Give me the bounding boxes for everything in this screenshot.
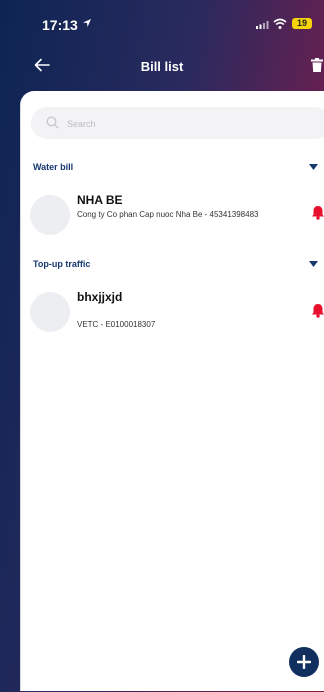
status-bar: 17:13 19	[0, 0, 324, 44]
location-arrow-icon	[83, 19, 91, 27]
wifi-icon	[273, 18, 287, 29]
screen: 17:13 19 Bill list Search Water bill NHA…	[0, 0, 324, 692]
app-header: Bill list	[0, 44, 324, 90]
section-title: Water bill	[33, 162, 74, 172]
section-top-up-traffic[interactable]: Top-up traffic	[21, 257, 324, 275]
section-water-bill[interactable]: Water bill	[21, 160, 324, 178]
section-title: Top-up traffic	[33, 259, 91, 269]
chevron-down-icon[interactable]	[309, 261, 318, 267]
bill-name: NHA BE	[77, 193, 123, 207]
search-bar[interactable]	[31, 107, 324, 141]
bell-icon[interactable]	[311, 303, 324, 318]
avatar	[30, 292, 70, 332]
bill-item-nha-be[interactable]: NHA BE Cong ty Co phan Cap nuoc Nha Be -…	[21, 193, 324, 241]
trash-icon[interactable]	[311, 58, 323, 72]
plus-icon	[297, 655, 311, 669]
bill-item-bhxjjxjd[interactable]: bhxjjxjd VETC - E0100018307	[21, 290, 324, 338]
bill-name: bhxjjxjd	[77, 290, 123, 304]
bill-list-panel: Water bill NHA BE Cong ty Co phan Cap nu…	[20, 91, 324, 691]
signal-icon	[256, 21, 269, 29]
search-icon	[46, 116, 59, 129]
battery-icon: 19	[292, 18, 312, 29]
status-time: 17:13	[42, 17, 78, 33]
bell-icon[interactable]	[311, 205, 324, 220]
bill-description: VETC - E0100018307	[77, 320, 156, 329]
avatar	[30, 195, 70, 235]
chevron-down-icon[interactable]	[309, 164, 318, 170]
page-title: Bill list	[140, 59, 184, 74]
search-input[interactable]	[65, 107, 319, 141]
add-bill-button[interactable]	[289, 647, 319, 677]
bill-description: Cong ty Co phan Cap nuoc Nha Be - 453413…	[77, 210, 259, 219]
